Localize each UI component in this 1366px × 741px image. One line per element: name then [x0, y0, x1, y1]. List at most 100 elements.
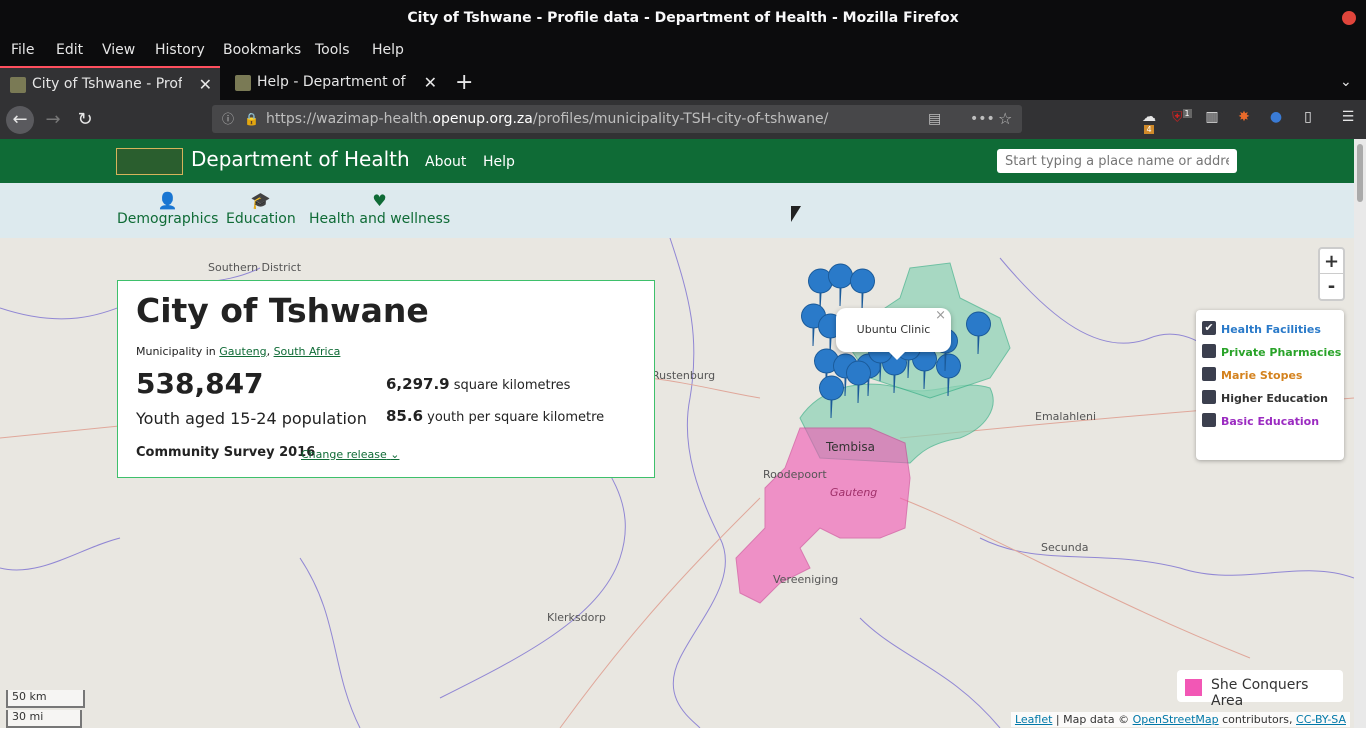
tab-label: City of Tshwane - Profile: [32, 76, 182, 92]
menu-bookmarks[interactable]: Bookmarks: [223, 42, 301, 58]
headline-stat-value: 538,847: [136, 367, 264, 400]
checkbox-icon[interactable]: [1202, 413, 1216, 427]
menu-file[interactable]: File: [11, 42, 34, 58]
map-label-secunda: Secunda: [1041, 541, 1089, 554]
menu-bar: File Edit View History Bookmarks Tools H…: [0, 36, 1366, 66]
nav-help[interactable]: Help: [483, 154, 515, 170]
checkbox-icon[interactable]: [1202, 367, 1216, 381]
tab-list-chevron-icon[interactable]: ⌄: [1340, 66, 1360, 100]
map-label-rustenburg: Rustenburg: [652, 369, 716, 382]
info-icon[interactable]: ⓘ: [222, 105, 234, 133]
hamburger-menu-icon[interactable]: ☰: [1339, 109, 1357, 127]
lock-icon: 🔒: [244, 112, 259, 126]
map-label-roodepoort: Roodepoort: [763, 468, 827, 481]
zoom-out-button[interactable]: -: [1320, 274, 1343, 299]
window-close-button[interactable]: [1342, 11, 1356, 25]
map-view[interactable]: Southern District Rustenburg Tembisa Roo…: [0, 238, 1354, 728]
page-content: Department of Health About Help 👤 Demogr…: [0, 139, 1354, 728]
popup-tip: [888, 351, 906, 360]
library-icon[interactable]: ▯: [1299, 109, 1317, 127]
zoom-in-button[interactable]: +: [1320, 249, 1343, 274]
favicon-icon: [10, 77, 26, 93]
bookmark-star-icon[interactable]: ☆: [998, 105, 1012, 133]
map-label-emalahleni: Emalahleni: [1035, 410, 1097, 423]
window-title: City of Tshwane - Profile data - Departm…: [407, 10, 959, 26]
url-text: https://wazimap-health.openup.org.za/pro…: [266, 111, 829, 127]
tab-close-icon[interactable]: ✕: [199, 68, 212, 100]
map-attribution: Leaflet | Map data © OpenStreetMap contr…: [1010, 712, 1350, 727]
headline-stat-label: Youth aged 15-24 population: [136, 409, 367, 428]
scale-km: 50 km: [6, 690, 85, 708]
scale-mi: 30 mi: [6, 710, 82, 728]
tab-bar: City of Tshwane - Profile ✕ Help - Depar…: [0, 66, 1366, 100]
reload-icon[interactable]: ↻: [71, 106, 99, 134]
site-brand[interactable]: Department of Health: [191, 147, 410, 171]
back-arrow-icon[interactable]: ←: [6, 106, 34, 134]
map-label-gauteng: Gauteng: [830, 486, 878, 499]
release-name: Community Survey 2016: [136, 445, 316, 460]
osm-link[interactable]: OpenStreetMap: [1133, 713, 1219, 726]
navigation-toolbar: ← → ↻ ⓘ 🔒 https://wazimap-health.openup.…: [0, 100, 1366, 139]
topic-subnav: 👤 Demographics 🎓 Education ♥ Health and …: [0, 183, 1354, 238]
menu-history[interactable]: History: [155, 42, 205, 58]
profile-summary-card: City of Tshwane Municipality in Gauteng,…: [117, 280, 655, 478]
popup-title: Ubuntu Clinic: [856, 323, 931, 336]
checkbox-icon[interactable]: [1202, 344, 1216, 358]
favicon-icon: [235, 75, 251, 91]
map-label-southern-district: Southern District: [208, 261, 302, 274]
page-bottom: [0, 728, 1366, 741]
link-gauteng[interactable]: Gauteng: [219, 345, 266, 358]
nav-about[interactable]: About: [425, 154, 466, 170]
menu-edit[interactable]: Edit: [56, 42, 83, 58]
tab-label: Help - Department of Hea: [257, 74, 407, 90]
extension-icon[interactable]: ☁4: [1140, 109, 1158, 134]
tab-profile[interactable]: City of Tshwane - Profile ✕: [0, 66, 220, 100]
menu-view[interactable]: View: [102, 42, 135, 58]
checkbox-checked-icon[interactable]: ✔: [1202, 321, 1216, 335]
ublock-icon[interactable]: ⛨ 1: [1172, 109, 1192, 127]
url-bar[interactable]: ⓘ 🔒 https://wazimap-health.openup.org.za…: [212, 105, 1022, 133]
area-legend: She Conquers Area: [1177, 670, 1343, 709]
sync-extension-icon[interactable]: ●: [1267, 109, 1285, 127]
legend-label: She Conquers Area: [1211, 677, 1309, 709]
subnav-health-and-wellness[interactable]: ♥ Health and wellness: [309, 191, 450, 227]
layer-control: ✔ Health Facilities Private Pharmacies M…: [1196, 310, 1344, 460]
license-link[interactable]: CC-BY-SA: [1296, 713, 1346, 726]
popup-close-icon[interactable]: ×: [935, 294, 946, 338]
tab-help[interactable]: Help - Department of Hea ✕: [225, 66, 445, 100]
chevron-down-icon: ⌄: [390, 448, 400, 461]
link-south-africa[interactable]: South Africa: [274, 345, 341, 358]
scrollbar-thumb[interactable]: [1357, 144, 1363, 202]
site-header: Department of Health About Help: [0, 139, 1354, 183]
zoom-control: + -: [1318, 247, 1345, 301]
coat-of-arms-logo[interactable]: [116, 148, 183, 175]
map-scale: 50 km 30 mi: [6, 690, 85, 728]
checkbox-icon[interactable]: [1202, 390, 1216, 404]
sidebar-icon[interactable]: ▥: [1203, 109, 1221, 127]
forward-arrow-icon[interactable]: →: [39, 106, 67, 134]
reader-view-icon[interactable]: ▤: [928, 105, 941, 133]
leaflet-link[interactable]: Leaflet: [1015, 713, 1052, 726]
page-title: City of Tshwane: [136, 291, 429, 330]
window-titlebar: City of Tshwane - Profile data - Departm…: [0, 0, 1366, 36]
legend-swatch: [1185, 679, 1202, 696]
page-actions-icon[interactable]: •••: [970, 105, 995, 133]
change-release-link[interactable]: Change release ⌄: [301, 448, 399, 461]
heartbeat-icon: ♥: [372, 191, 387, 210]
subnav-education[interactable]: 🎓 Education: [226, 191, 296, 227]
subnav-demographics[interactable]: 👤 Demographics: [117, 191, 218, 227]
tab-close-icon[interactable]: ✕: [424, 66, 437, 99]
place-search-input[interactable]: [997, 149, 1237, 173]
person-icon: 👤: [157, 191, 178, 210]
page-scrollbar[interactable]: [1354, 139, 1366, 728]
menu-help[interactable]: Help: [372, 42, 404, 58]
menu-tools[interactable]: Tools: [315, 42, 350, 58]
density-stat: 85.6 youth per square kilometre: [386, 407, 605, 425]
graduation-cap-icon: 🎓: [250, 191, 271, 210]
map-label-klerksdorp: Klerksdorp: [547, 611, 606, 624]
map-popup: Ubuntu Clinic ×: [836, 308, 951, 360]
mouse-cursor-icon: [791, 206, 801, 222]
new-tab-icon[interactable]: +: [455, 66, 479, 100]
map-label-vereeniging: Vereeniging: [773, 573, 839, 586]
fox-extension-icon[interactable]: ✸: [1235, 109, 1253, 127]
